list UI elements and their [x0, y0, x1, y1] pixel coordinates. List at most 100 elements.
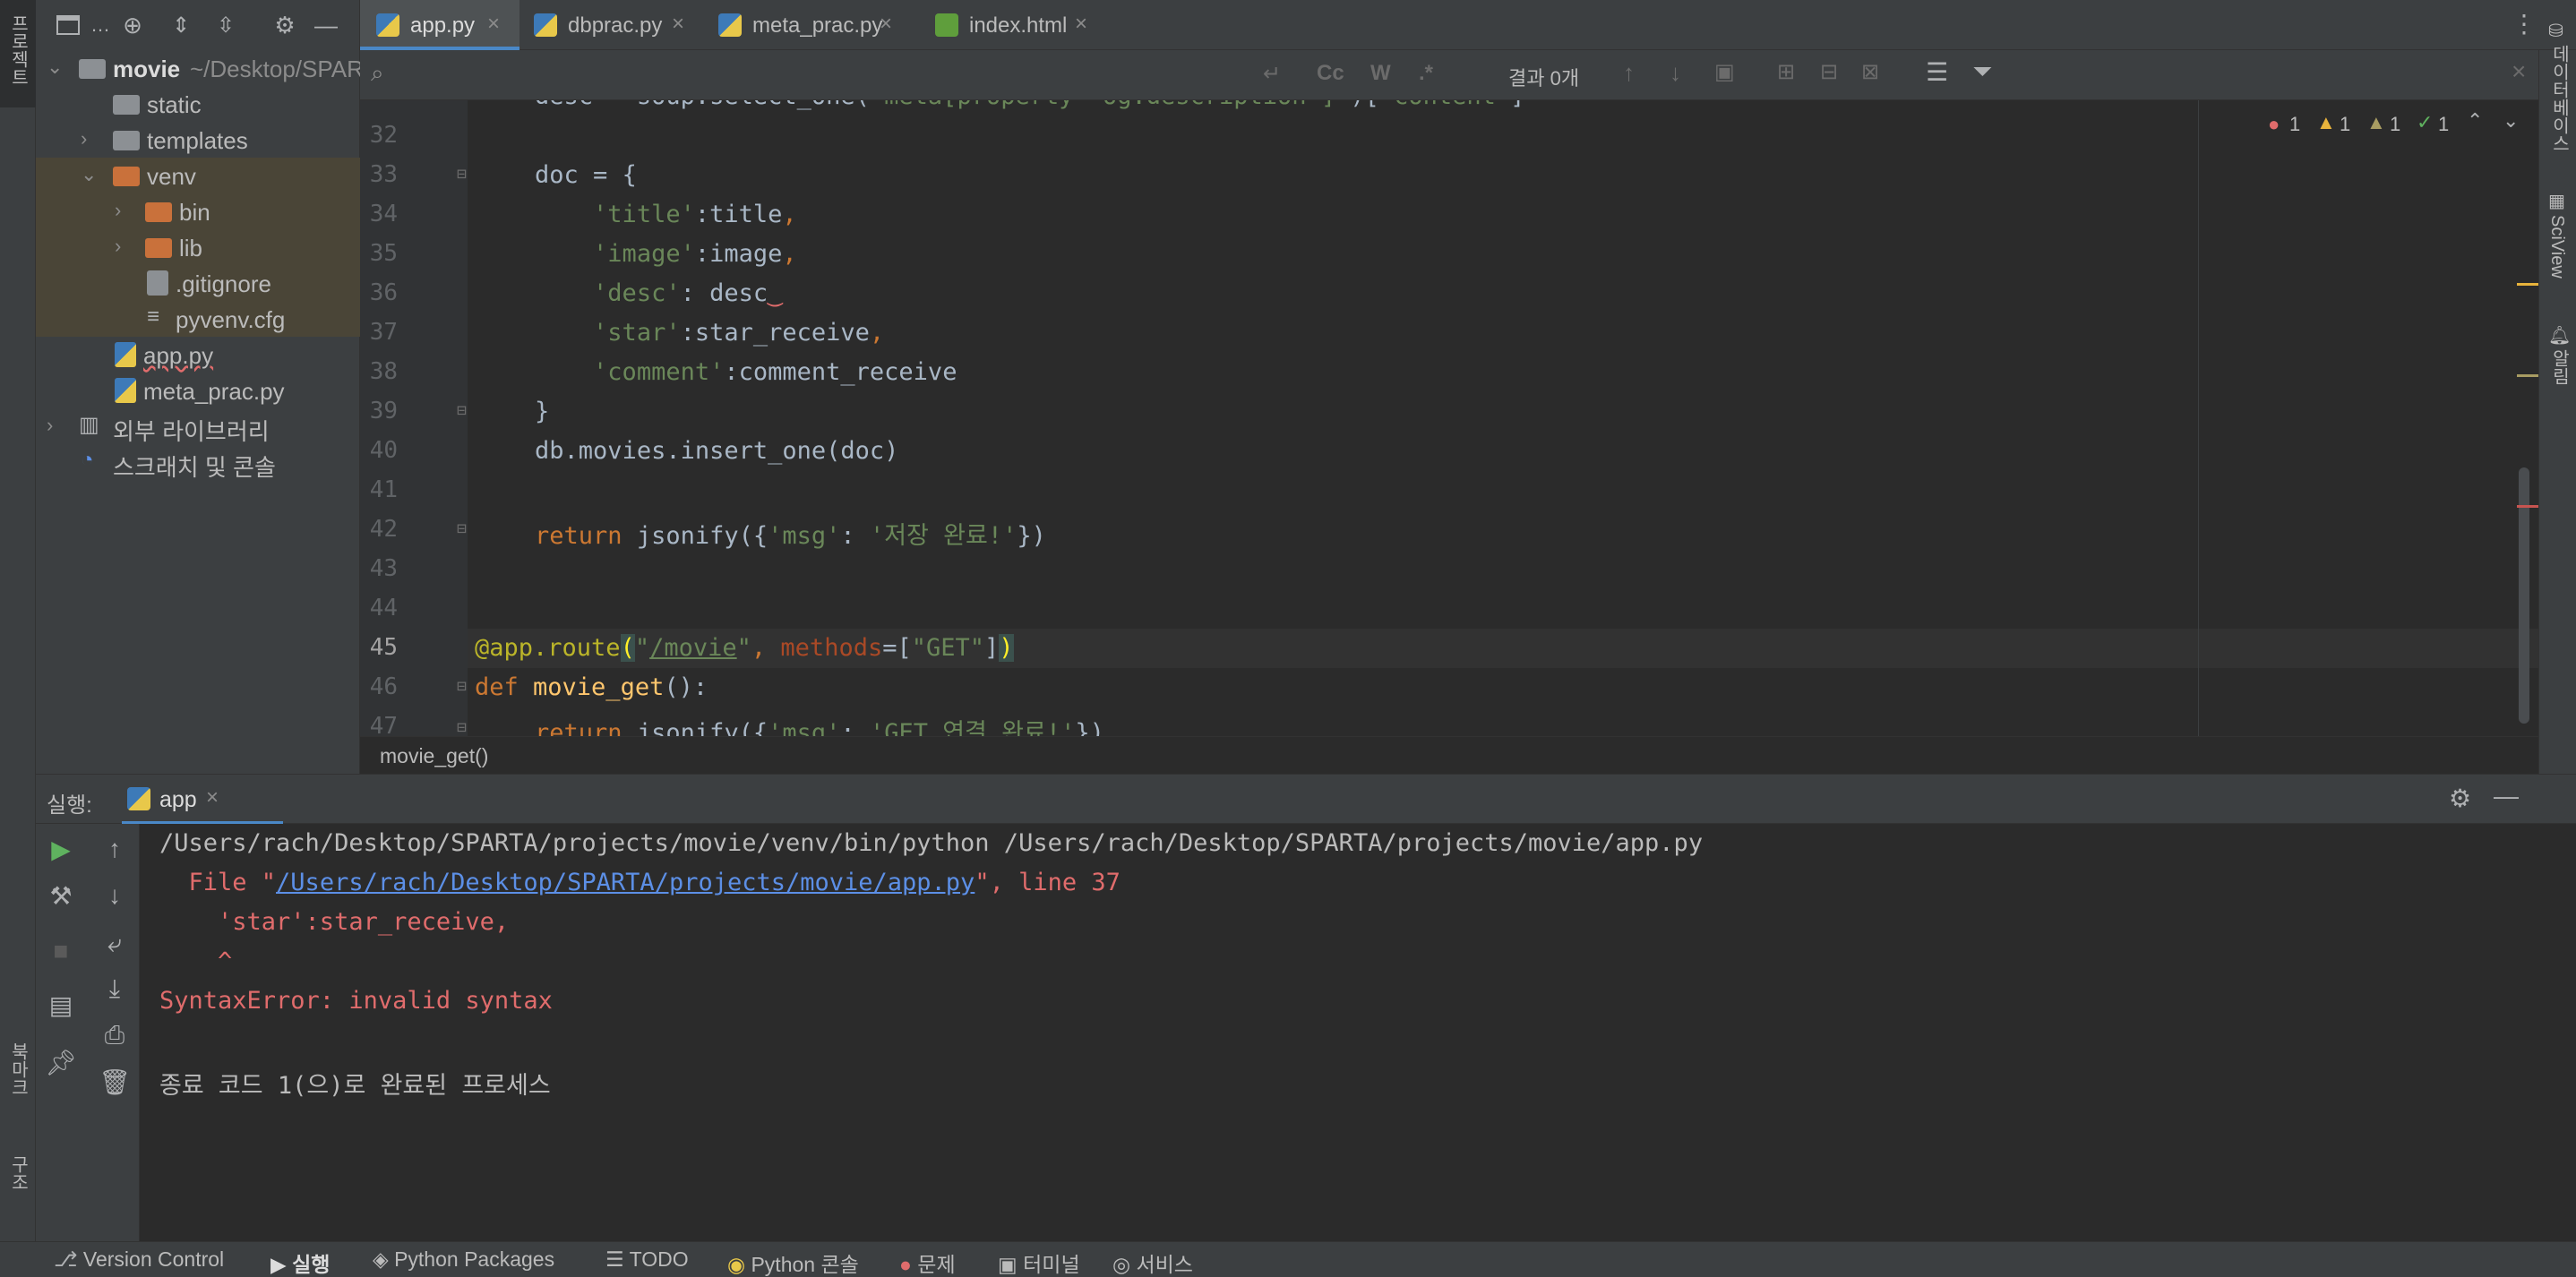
tab-dbprac-py[interactable]: dbprac.py × [523, 0, 702, 50]
notifications-tool-button[interactable]: 🔔︎ 알림 [2539, 319, 2576, 435]
scroll-down-icon[interactable]: ↓ [99, 879, 131, 912]
database-tool-button[interactable]: ⛁ 데이터베이스 [2539, 0, 2576, 206]
bookmarks-tool-button[interactable]: 북마크 [0, 1030, 36, 1137]
add-selection-icon[interactable]: ⊞ [1777, 59, 1795, 85]
chevron-down-icon[interactable]: ⌄ [47, 56, 63, 79]
tab-app-py[interactable]: app.py × [360, 0, 519, 50]
collapse-all-icon[interactable]: ⇳ [211, 11, 240, 39]
hide-panel-icon[interactable]: — [312, 11, 340, 39]
close-tab-icon[interactable]: × [206, 785, 219, 810]
tree-item-external-libraries[interactable]: › ▥ 외부 라이브러리 [36, 408, 360, 445]
code-editor[interactable]: 32 33 34 35 36 37 38 39 40 41 42 43 44 4… [360, 100, 2538, 736]
close-tab-icon[interactable]: × [880, 12, 892, 37]
fold-icon[interactable]: ⊟ [457, 401, 467, 420]
fold-icon[interactable]: ⊟ [457, 718, 467, 736]
breadcrumb[interactable]: movie_get() [380, 744, 488, 768]
words-button[interactable]: W [1370, 61, 1391, 86]
pin-icon[interactable]: 📌︎ [45, 1046, 77, 1078]
tree-item-pyvenv[interactable]: ≡ pyvenv.cfg [36, 301, 360, 337]
match-case-button[interactable]: Cc [1317, 61, 1344, 86]
tree-item-static[interactable]: static [36, 86, 360, 122]
filter-search-icon[interactable]: ☰ [1926, 57, 1948, 87]
regex-button[interactable]: .* [1419, 61, 1433, 86]
tab-index-html[interactable]: index.html × [921, 0, 1100, 50]
chevron-right-icon[interactable]: › [115, 199, 121, 222]
console-file-link[interactable]: /Users/rach/Desktop/SPARTA/projects/movi… [276, 869, 975, 896]
python-file-icon [376, 13, 399, 37]
close-tab-icon[interactable]: × [1075, 12, 1087, 37]
project-tool-button[interactable]: 프로젝트 [0, 0, 36, 107]
python-console-tool-button[interactable]: ◉ Python 콘솔 [727, 1247, 859, 1277]
chevron-right-icon[interactable]: › [115, 235, 121, 258]
close-find-icon[interactable]: × [2512, 57, 2526, 86]
fold-icon[interactable]: ⊟ [457, 677, 467, 696]
version-control-tool-button[interactable]: ⎇ Version Control [54, 1247, 224, 1272]
fold-icon[interactable]: ⊟ [457, 165, 467, 184]
tab-meta-prac-py[interactable]: meta_prac.py × [708, 0, 914, 50]
previous-occurrence-icon[interactable]: ↑ [1623, 59, 1635, 87]
chevron-right-icon[interactable]: › [47, 414, 53, 437]
expand-all-icon[interactable]: ⇕ [167, 11, 195, 39]
error-marker[interactable] [2517, 505, 2538, 508]
chevron-down-icon[interactable]: ⌄ [81, 163, 97, 186]
project-view-icon[interactable] [54, 11, 82, 39]
tree-item-lib[interactable]: › lib [36, 229, 360, 265]
folder-icon [113, 95, 140, 115]
inspection-widget[interactable]: ● 1 ▲ 1 ▲ 1 ✓ 1 ⌃ ⌄ [2268, 109, 2537, 141]
funnel-icon[interactable]: ⏷ [1972, 57, 1992, 87]
next-occurrence-icon[interactable]: ↓ [1670, 59, 1681, 87]
stop-icon[interactable]: ■ [45, 935, 77, 967]
search-results-count: 결과 0개 [1508, 67, 1580, 90]
services-tool-button[interactable]: ◎ 서비스 [1112, 1247, 1193, 1277]
weak-warning-marker[interactable] [2517, 374, 2538, 377]
tree-item-bin[interactable]: › bin [36, 193, 360, 229]
tree-item-scratches[interactable]: ◔ 스크래치 및 콘솔 [36, 444, 360, 481]
tree-item-gitignore[interactable]: .gitignore [36, 265, 360, 301]
run-tab-app[interactable]: app × [122, 775, 283, 825]
more-vertical-icon[interactable]: ⋮ [2512, 9, 2537, 39]
run-tool-button[interactable]: ▶ 실행 [270, 1247, 330, 1277]
tree-item-venv[interactable]: ⌄ venv [36, 158, 360, 193]
chevron-right-icon[interactable]: › [81, 127, 87, 150]
scroll-up-icon[interactable]: ↑ [99, 833, 131, 865]
close-tab-icon[interactable]: × [672, 12, 684, 37]
soft-wrap-icon[interactable]: ⤶ [99, 928, 131, 960]
close-tab-icon[interactable]: × [487, 12, 500, 37]
settings-gear-icon[interactable]: ⚙ [270, 11, 299, 39]
more-dots-icon[interactable]: … [86, 11, 115, 39]
todo-tool-button[interactable]: ☰ TODO [605, 1247, 689, 1272]
problems-tool-button[interactable]: ● 문제 [899, 1247, 956, 1277]
tab-label: index.html [969, 13, 1068, 38]
locate-icon[interactable]: ⊕ [118, 11, 147, 39]
breadcrumb-bar: movie_get() [360, 736, 2576, 774]
structure-tool-button[interactable]: 구조 [0, 1146, 36, 1227]
warning-marker[interactable] [2517, 283, 2538, 286]
tree-item-app-py[interactable]: app.py [36, 337, 360, 373]
tree-item-meta-prac-py[interactable]: meta_prac.py [36, 373, 360, 408]
print-icon[interactable]: ⎙ [99, 1019, 131, 1051]
rerun-icon[interactable]: ▶ [45, 833, 77, 865]
fold-icon[interactable]: ⊟ [457, 519, 467, 538]
new-line-icon[interactable]: ↵ [1263, 61, 1281, 87]
scroll-to-end-icon[interactable]: ⤓ [99, 973, 131, 1005]
next-highlight-icon[interactable]: ⌄ [2503, 109, 2519, 133]
trash-icon[interactable]: 🗑︎ [99, 1066, 131, 1098]
wrench-icon[interactable]: ⚒ [45, 879, 77, 912]
python-packages-tool-button[interactable]: ◈ Python Packages [373, 1247, 554, 1272]
hide-panel-icon[interactable]: — [2494, 782, 2519, 810]
select-all-occurrences-icon[interactable]: ▣ [1714, 59, 1735, 85]
tree-item-templates[interactable]: › templates [36, 122, 360, 158]
status-label: TODO [629, 1247, 689, 1271]
select-occurrences-icon[interactable]: ⊠ [1861, 59, 1879, 85]
remove-selection-icon[interactable]: ⊟ [1820, 59, 1838, 85]
tree-root-movie[interactable]: ⌄ movie ~/Desktop/SPAR [36, 50, 364, 86]
run-panel-title: 실행: [47, 793, 92, 818]
search-input[interactable] [399, 57, 1295, 93]
tree-item-label: lib [179, 235, 203, 261]
line-number: 43 [369, 555, 398, 582]
layout-icon[interactable]: ▤ [45, 989, 77, 1021]
run-panel-body: ▶ ↑ ⚒ ↓ ■ ⤶ ⤓ ▤ ⎙ 📌︎ 🗑︎ /Users/rach/Desk… [36, 824, 2576, 1241]
terminal-tool-button[interactable]: ▣ 터미널 [998, 1247, 1080, 1277]
previous-highlight-icon[interactable]: ⌃ [2467, 109, 2483, 133]
settings-gear-icon[interactable]: ⚙ [2449, 784, 2471, 813]
